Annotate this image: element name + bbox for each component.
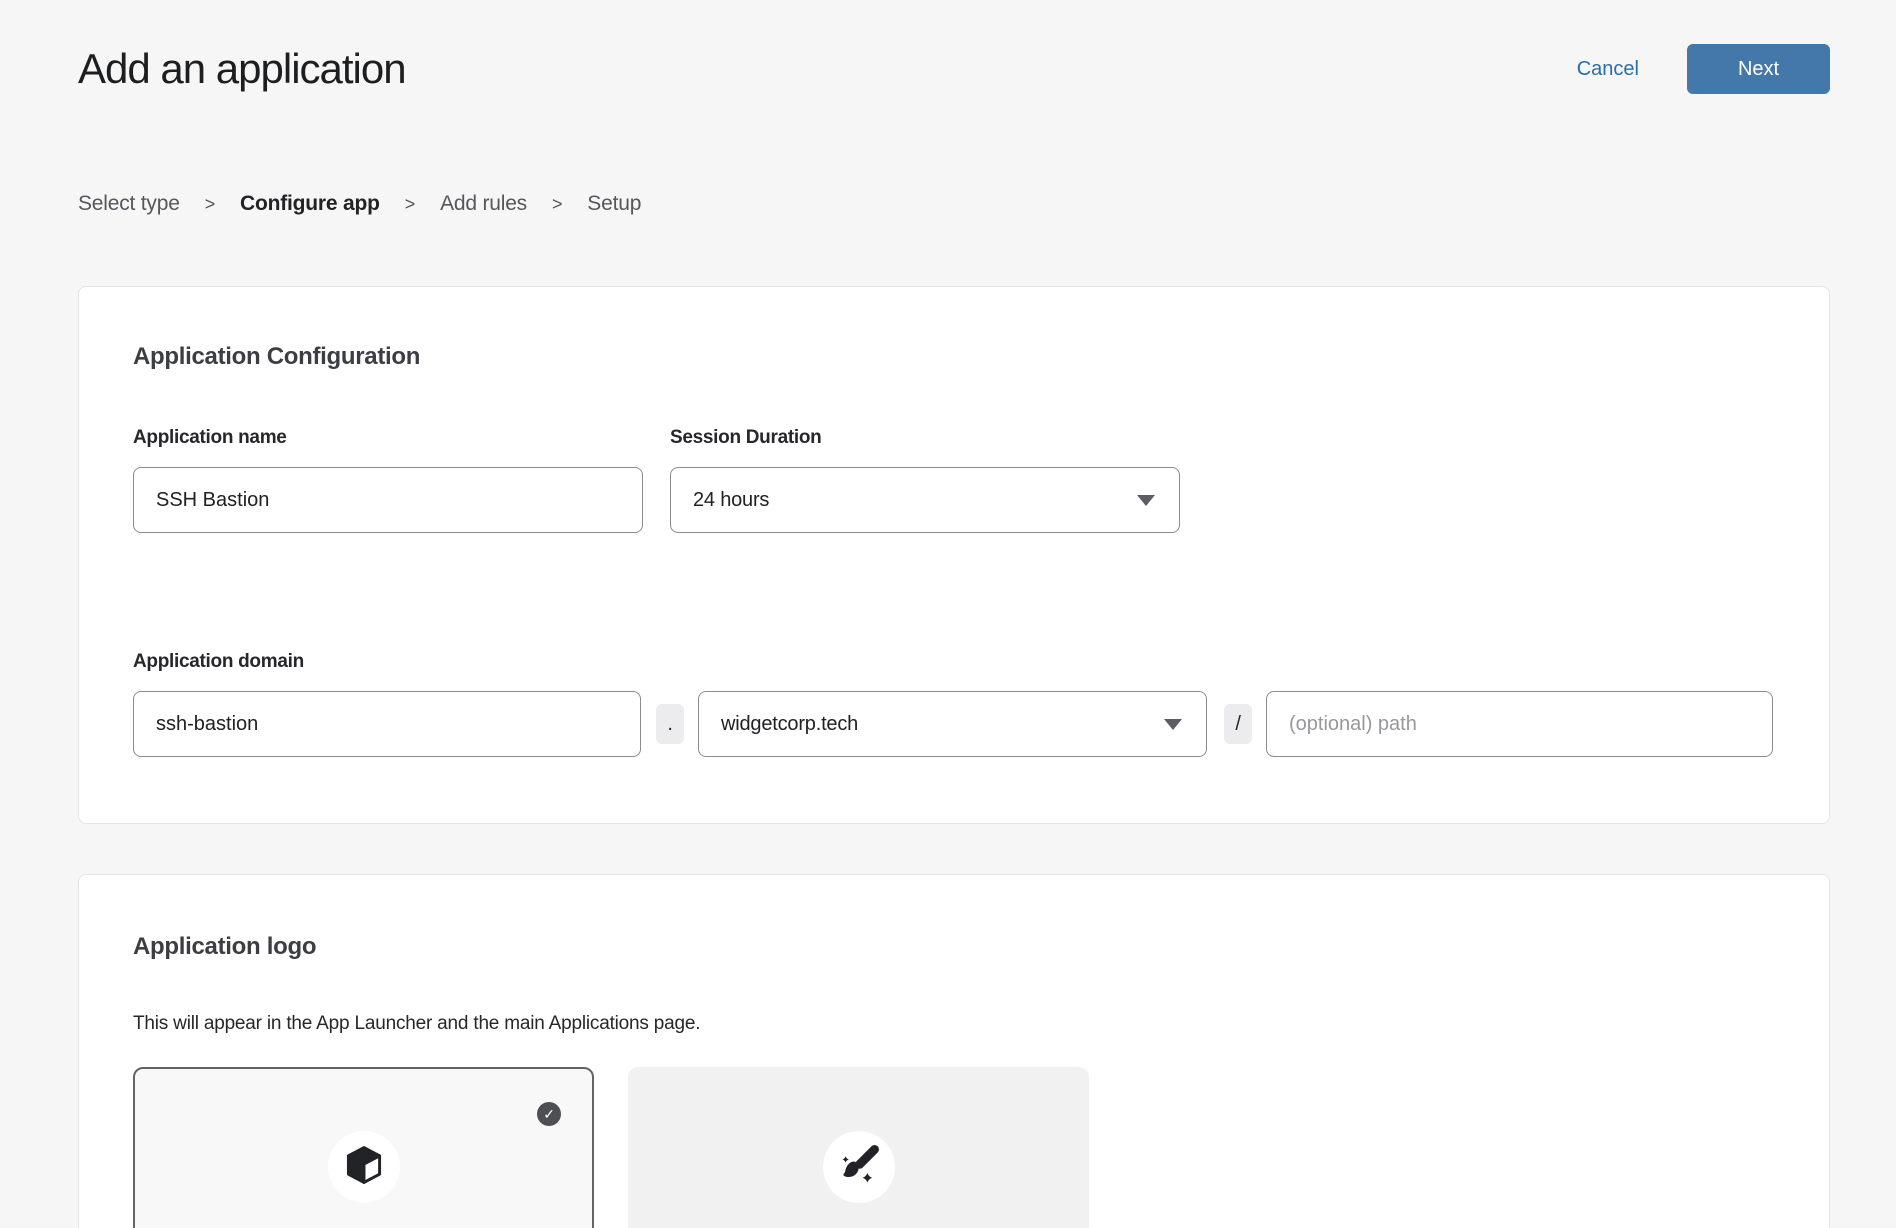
application-logo-card: Application logo This will appear in the…: [78, 874, 1830, 1228]
breadcrumb-step-add-rules[interactable]: Add rules: [440, 192, 527, 216]
breadcrumb-separator: >: [552, 194, 562, 215]
breadcrumb: Select type > Configure app > Add rules …: [78, 192, 1830, 216]
header-actions: Cancel Next: [1577, 44, 1830, 94]
logo-option-custom[interactable]: [628, 1067, 1089, 1228]
chevron-down-icon: [1137, 495, 1155, 506]
application-domain-label: Application domain: [133, 651, 1775, 673]
logo-circle: [328, 1131, 400, 1203]
page-header: Add an application Cancel Next: [78, 0, 1830, 94]
application-domain-field-group: Application domain . widgetcorp.tech /: [133, 651, 1775, 757]
session-duration-value: 24 hours: [693, 489, 769, 512]
breadcrumb-separator: >: [205, 194, 215, 215]
session-duration-label: Session Duration: [670, 427, 1180, 449]
breadcrumb-step-configure-app[interactable]: Configure app: [240, 192, 380, 216]
paintbrush-sparkle-icon: [835, 1141, 883, 1194]
logo-options: ✓: [133, 1067, 1775, 1228]
page-container: Add an application Cancel Next Select ty…: [78, 0, 1830, 1228]
logo-heading: Application logo: [133, 933, 1775, 961]
cube-icon: [342, 1143, 386, 1192]
application-name-input[interactable]: [133, 467, 643, 533]
path-input[interactable]: [1266, 691, 1773, 757]
session-duration-select[interactable]: 24 hours: [670, 467, 1180, 533]
application-configuration-card: Application Configuration Application na…: [78, 286, 1830, 824]
domain-select[interactable]: widgetcorp.tech: [698, 691, 1207, 757]
logo-option-default[interactable]: ✓: [133, 1067, 594, 1228]
session-duration-field-group: Session Duration 24 hours: [670, 427, 1180, 533]
cancel-button[interactable]: Cancel: [1577, 58, 1639, 81]
next-button[interactable]: Next: [1687, 44, 1830, 94]
page-title: Add an application: [78, 45, 406, 93]
subdomain-input[interactable]: [133, 691, 641, 757]
chevron-down-icon: [1164, 719, 1182, 730]
domain-select-value: widgetcorp.tech: [721, 713, 858, 736]
breadcrumb-step-setup[interactable]: Setup: [587, 192, 641, 216]
selected-check-icon: ✓: [537, 1102, 561, 1126]
logo-description: This will appear in the App Launcher and…: [133, 1013, 1775, 1035]
application-name-field-group: Application name: [133, 427, 643, 533]
breadcrumb-step-select-type[interactable]: Select type: [78, 192, 180, 216]
application-domain-row: . widgetcorp.tech /: [133, 691, 1775, 757]
logo-circle: [823, 1131, 895, 1203]
dot-separator: .: [656, 704, 684, 744]
breadcrumb-separator: >: [405, 194, 415, 215]
configuration-heading: Application Configuration: [133, 343, 1775, 371]
slash-separator: /: [1224, 704, 1252, 744]
application-name-label: Application name: [133, 427, 643, 449]
name-duration-row: Application name Session Duration 24 hou…: [133, 427, 1775, 533]
